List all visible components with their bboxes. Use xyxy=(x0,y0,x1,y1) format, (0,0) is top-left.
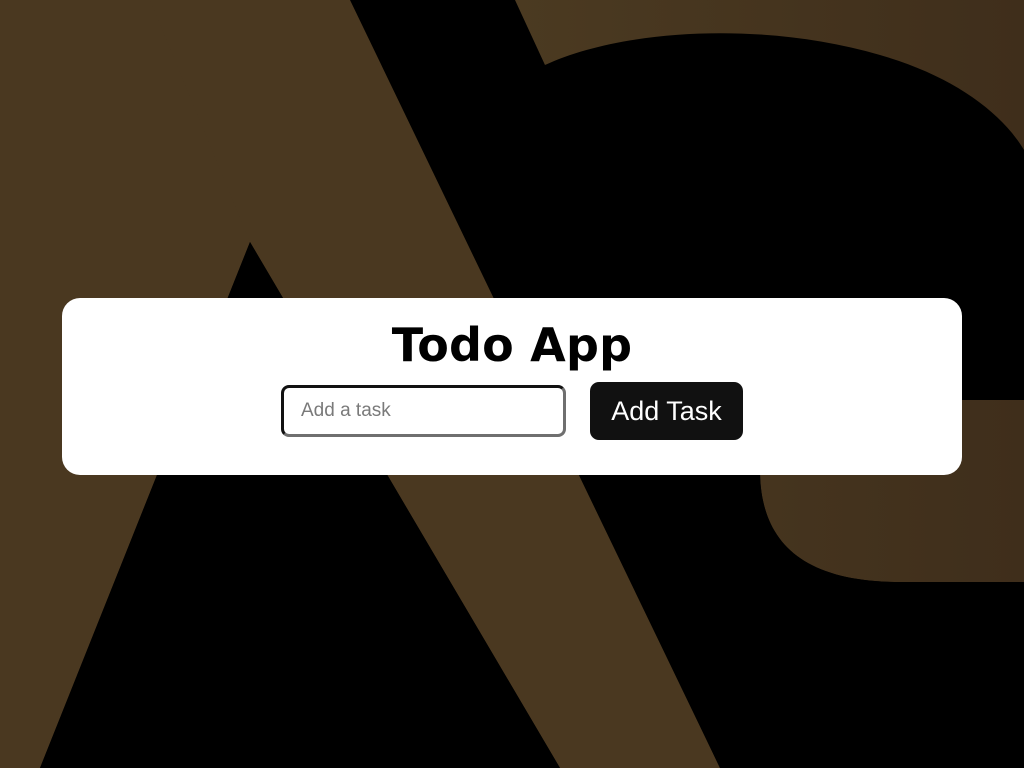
task-input[interactable] xyxy=(281,385,566,437)
todo-card: Todo App Add Task xyxy=(62,298,962,475)
add-task-button[interactable]: Add Task xyxy=(590,382,743,440)
app-title: Todo App xyxy=(391,318,633,372)
